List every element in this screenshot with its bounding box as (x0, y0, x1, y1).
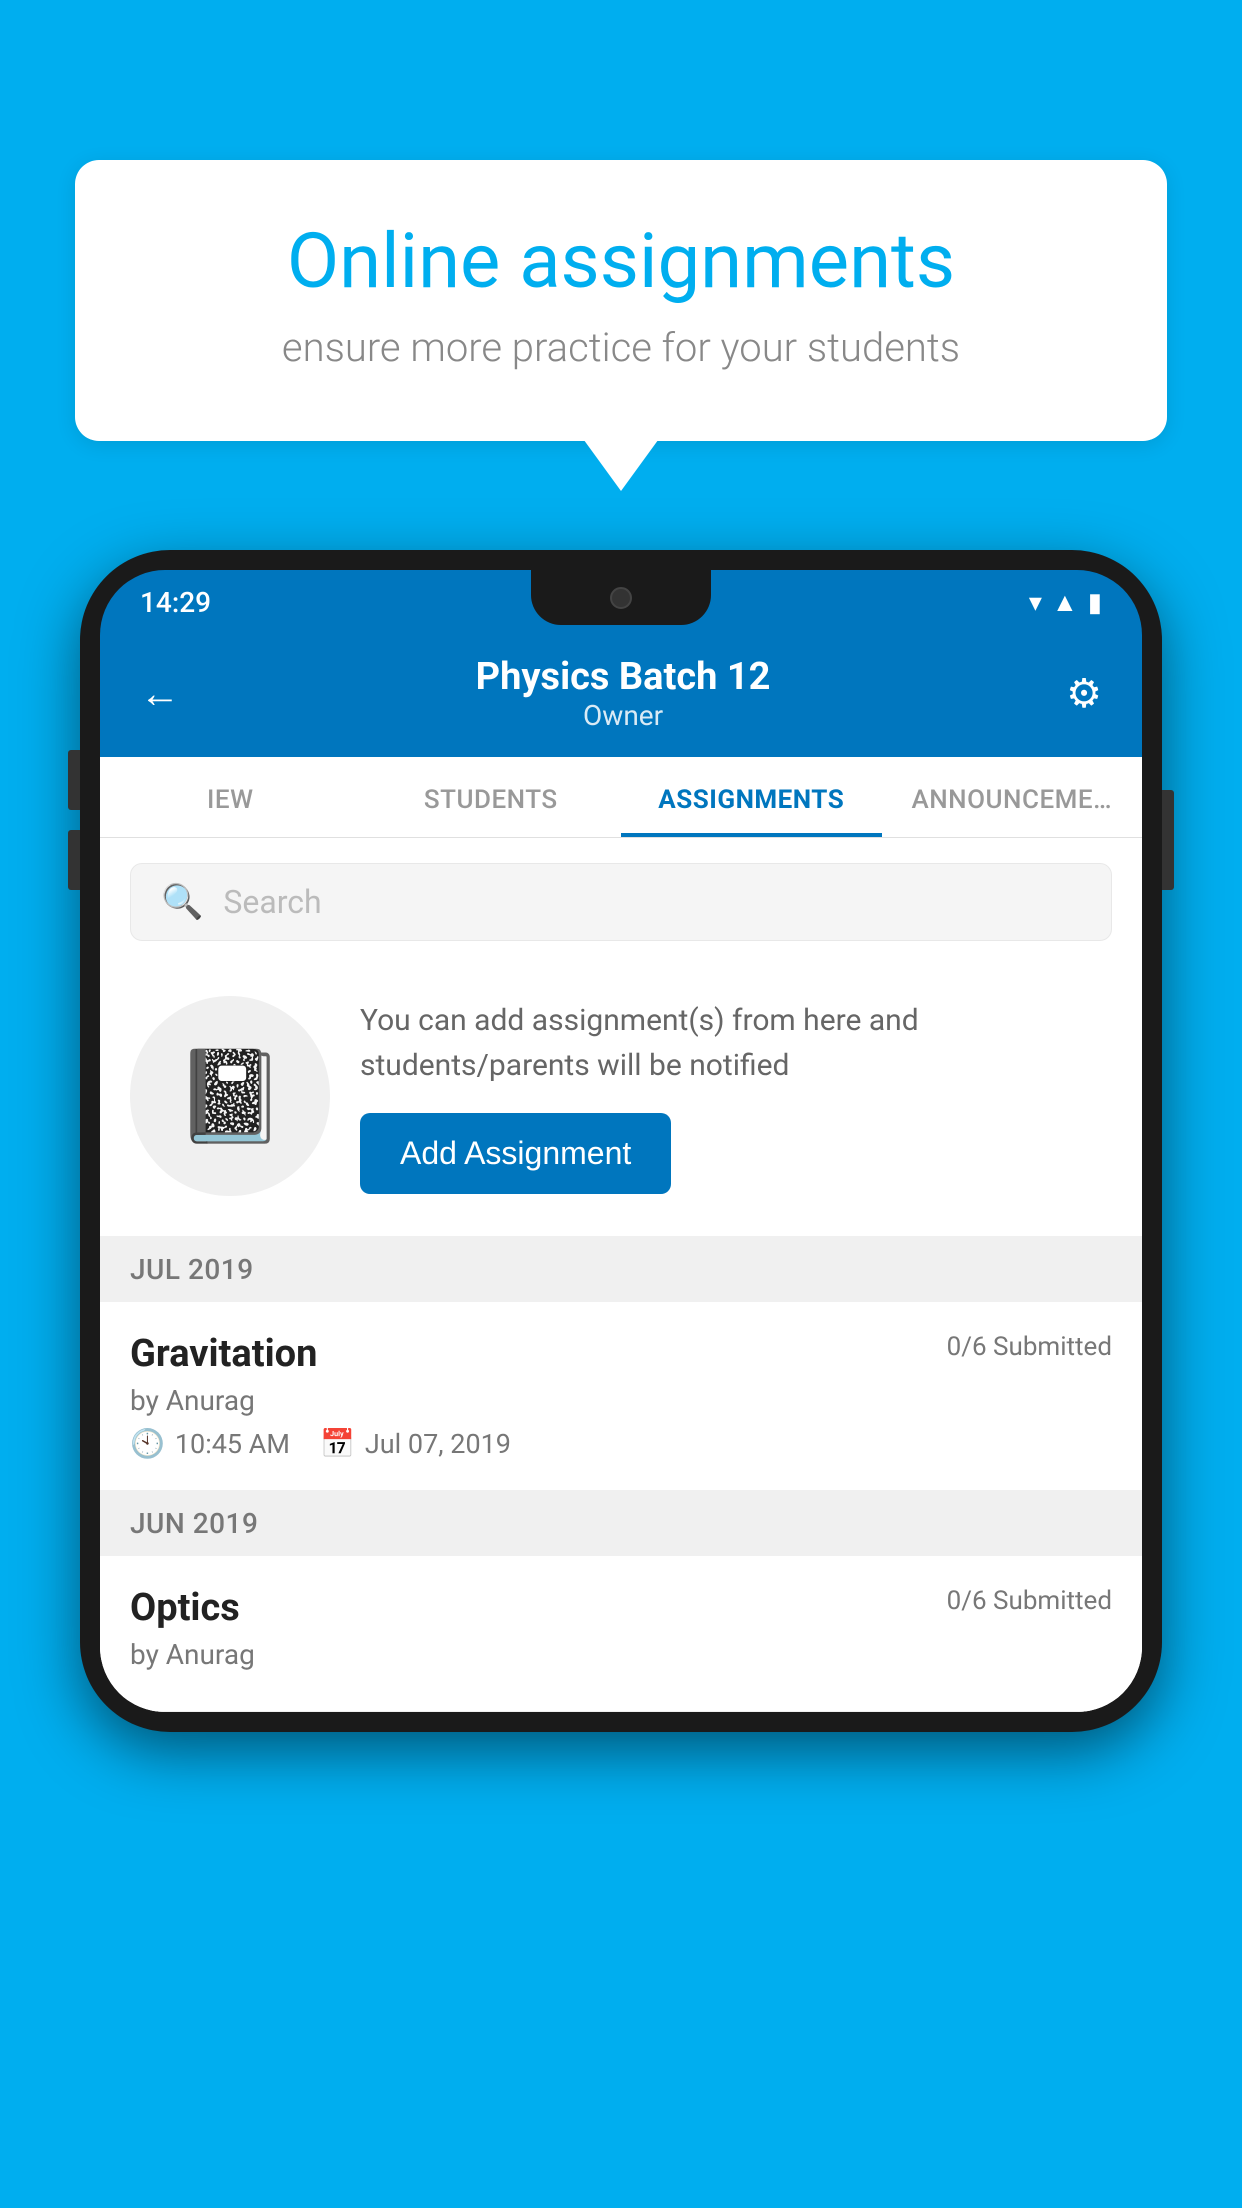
promo-description: You can add assignment(s) from here and … (360, 998, 1112, 1088)
assignment-date-gravitation: 📅 Jul 07, 2019 (320, 1427, 511, 1460)
screen: 14:29 ▾ ▲ ▮ ← Physics Batch 12 Owner ⚙ I… (100, 570, 1142, 1712)
tab-announcements[interactable]: ANNOUNCEME… (882, 757, 1143, 837)
battery-icon: ▮ (1088, 588, 1102, 618)
tab-students[interactable]: STUDENTS (361, 757, 622, 837)
speech-bubble-container: Online assignments ensure more practice … (75, 160, 1167, 441)
phone-container: 14:29 ▾ ▲ ▮ ← Physics Batch 12 Owner ⚙ I… (80, 550, 1162, 1732)
front-camera (610, 587, 632, 609)
search-bar[interactable]: 🔍 Search (130, 863, 1112, 941)
assignment-author-gravitation: by Anurag (130, 1384, 1112, 1417)
search-container: 🔍 Search (100, 838, 1142, 966)
back-button[interactable]: ← (140, 670, 180, 717)
settings-icon[interactable]: ⚙ (1066, 670, 1102, 717)
assignment-optics[interactable]: Optics 0/6 Submitted by Anurag (100, 1556, 1142, 1712)
header-title-group: Physics Batch 12 Owner (476, 655, 771, 732)
assignment-header: Gravitation 0/6 Submitted (130, 1332, 1112, 1376)
section-header-jul: JUL 2019 (100, 1237, 1142, 1302)
status-time: 14:29 (140, 586, 211, 619)
assignment-title-optics: Optics (130, 1586, 240, 1630)
notebook-icon: 📓 (174, 1044, 286, 1149)
status-icons: ▾ ▲ ▮ (1029, 587, 1102, 618)
assignment-title-gravitation: Gravitation (130, 1332, 317, 1376)
assignment-meta-gravitation: 🕙 10:45 AM 📅 Jul 07, 2019 (130, 1427, 1112, 1460)
tab-iew[interactable]: IEW (100, 757, 361, 837)
phone-frame: 14:29 ▾ ▲ ▮ ← Physics Batch 12 Owner ⚙ I… (80, 550, 1162, 1732)
speech-bubble: Online assignments ensure more practice … (75, 160, 1167, 441)
status-bar: 14:29 ▾ ▲ ▮ (100, 570, 1142, 635)
notch (531, 570, 711, 625)
speech-bubble-title: Online assignments (145, 220, 1097, 304)
search-placeholder: Search (223, 883, 321, 921)
header-title: Physics Batch 12 (476, 655, 771, 699)
assignment-date-value: Jul 07, 2019 (365, 1428, 511, 1460)
tab-assignments[interactable]: ASSIGNMENTS (621, 757, 882, 837)
promo-section: 📓 You can add assignment(s) from here an… (100, 966, 1142, 1237)
search-icon: 🔍 (161, 882, 203, 922)
header-subtitle: Owner (476, 699, 771, 732)
app-header: ← Physics Batch 12 Owner ⚙ (100, 635, 1142, 757)
calendar-icon: 📅 (320, 1427, 355, 1460)
assignment-submitted-optics: 0/6 Submitted (947, 1586, 1112, 1616)
assignment-optics-header: Optics 0/6 Submitted (130, 1586, 1112, 1630)
signal-icon: ▲ (1052, 587, 1078, 618)
speech-bubble-subtitle: ensure more practice for your students (145, 324, 1097, 371)
assignment-time-value: 10:45 AM (175, 1428, 290, 1460)
assignment-submitted-gravitation: 0/6 Submitted (947, 1332, 1112, 1362)
assignment-time-gravitation: 🕙 10:45 AM (130, 1427, 290, 1460)
tab-bar: IEW STUDENTS ASSIGNMENTS ANNOUNCEME… (100, 757, 1142, 838)
assignment-gravitation[interactable]: Gravitation 0/6 Submitted by Anurag 🕙 10… (100, 1302, 1142, 1491)
promo-icon-circle: 📓 (130, 996, 330, 1196)
add-assignment-button[interactable]: Add Assignment (360, 1113, 671, 1194)
assignment-author-optics: by Anurag (130, 1638, 1112, 1671)
power-button (1162, 790, 1174, 890)
promo-content: You can add assignment(s) from here and … (360, 998, 1112, 1194)
section-header-jun: JUN 2019 (100, 1491, 1142, 1556)
volume-down-button (68, 830, 80, 890)
clock-icon: 🕙 (130, 1427, 165, 1460)
content-area: 🔍 Search 📓 You can add assignment(s) fro… (100, 838, 1142, 1712)
volume-up-button (68, 750, 80, 810)
wifi-icon: ▾ (1029, 588, 1042, 618)
